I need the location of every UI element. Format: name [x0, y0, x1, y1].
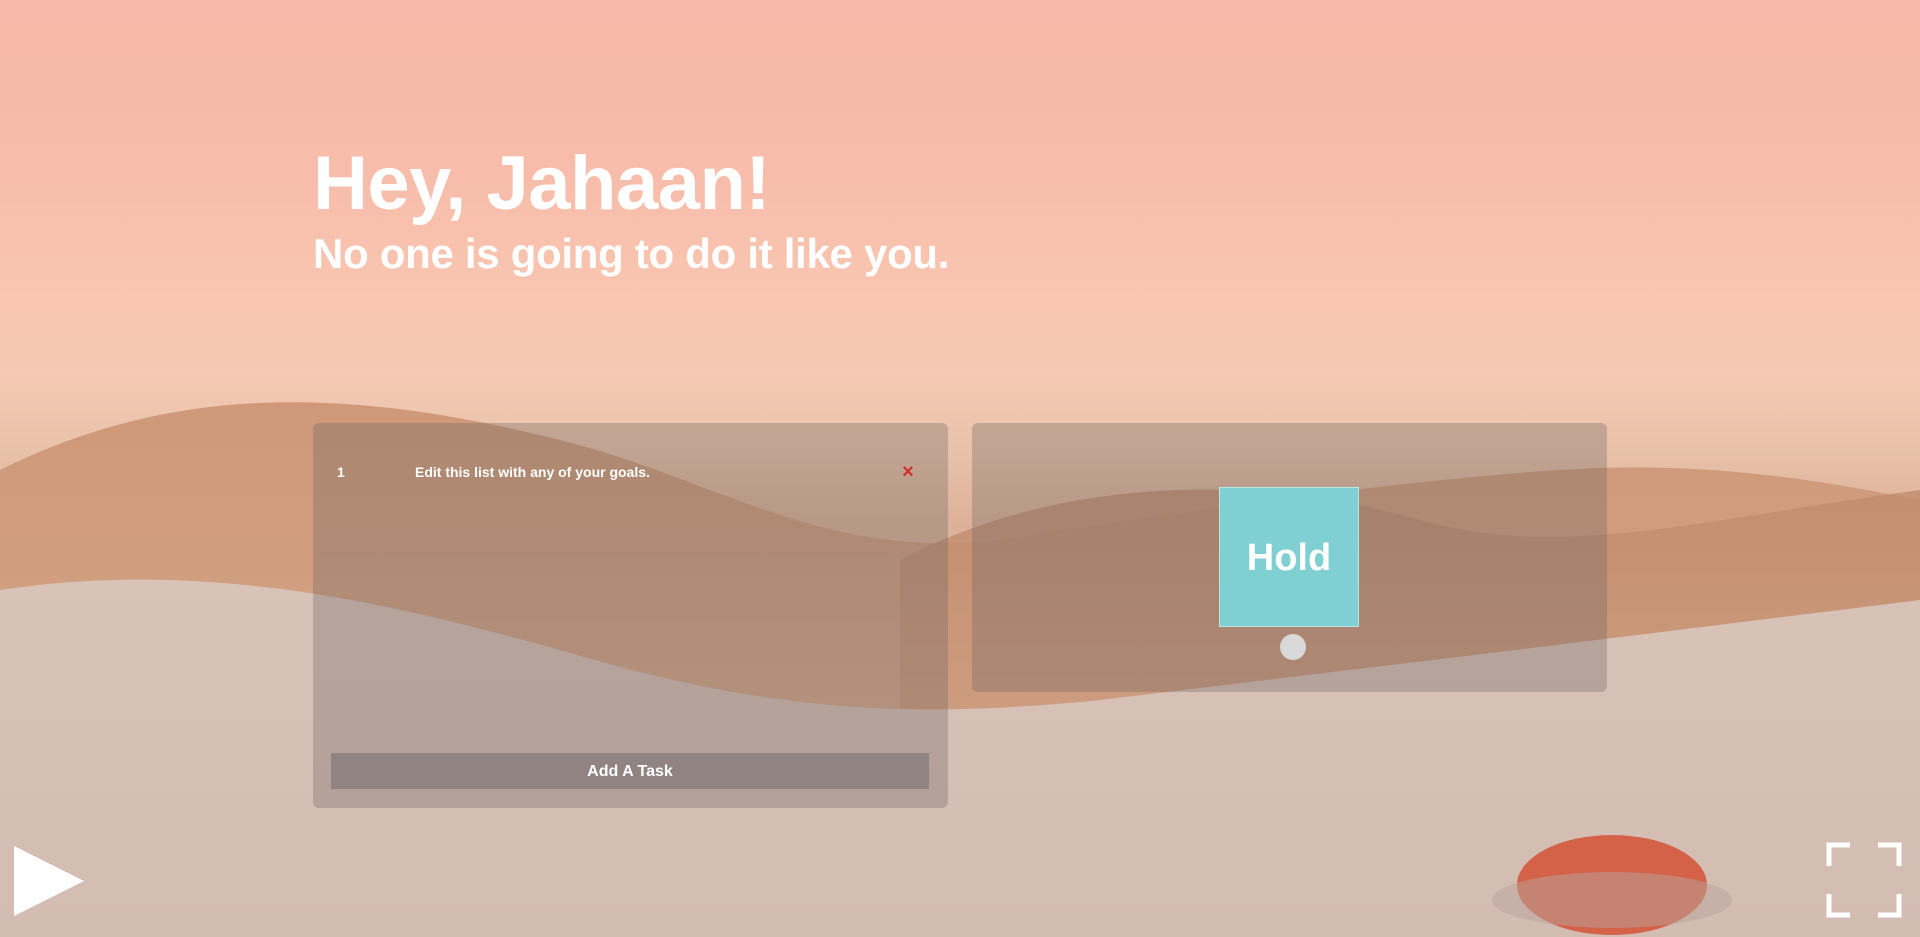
hold-progress-indicator [1280, 634, 1306, 660]
hold-button[interactable]: Hold [1219, 487, 1359, 627]
greeting-title: Hey, Jahaan! [313, 141, 771, 226]
greeting-block: Hey, Jahaan! No one is going to do it li… [313, 140, 949, 280]
task-number: 1 [337, 464, 345, 480]
wallpaper-background: Hey, Jahaan! No one is going to do it li… [0, 0, 1920, 937]
desert-landscape-image [0, 402, 1920, 937]
todo-list-panel: 1 Edit this list with any of your goals.… [313, 423, 948, 808]
greeting-subtitle: No one is going to do it like you. [313, 230, 950, 277]
task-text[interactable]: Edit this list with any of your goals. [415, 464, 650, 480]
hold-panel: Hold [972, 423, 1607, 692]
list-item[interactable]: 1 Edit this list with any of your goals.… [313, 459, 948, 487]
play-button[interactable] [12, 844, 86, 918]
play-icon [14, 846, 84, 916]
fullscreen-icon [1826, 842, 1902, 918]
add-task-button[interactable]: Add A Task [331, 753, 929, 789]
fullscreen-button[interactable] [1826, 842, 1902, 918]
delete-task-icon[interactable]: × [897, 459, 919, 485]
